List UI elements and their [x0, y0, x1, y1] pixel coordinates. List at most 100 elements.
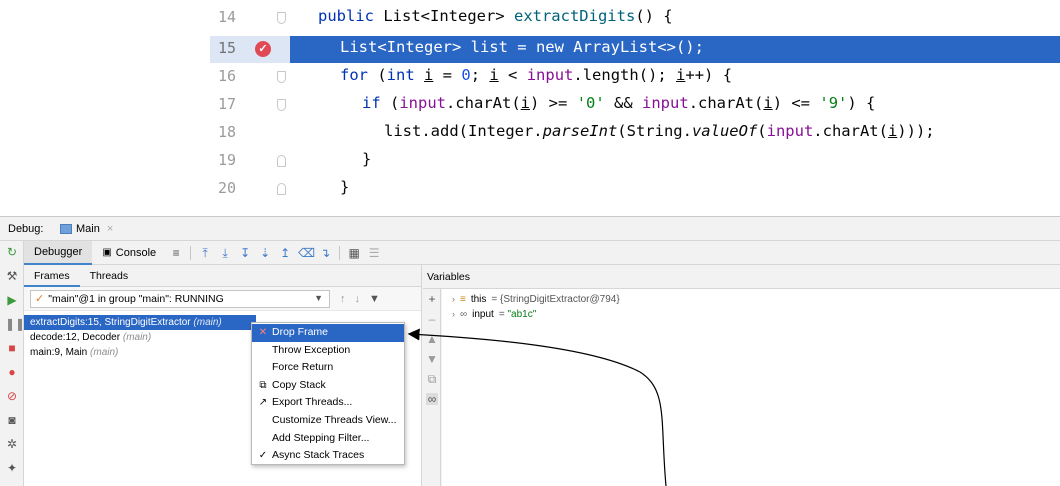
force-step-into-icon[interactable]: ⇣ — [258, 246, 272, 260]
breakpoint-icon[interactable]: ✓ — [255, 41, 271, 57]
menu-item-throw-exception[interactable]: Throw Exception — [252, 342, 404, 360]
code-text: for (int i = 0; i < input.length(); i++)… — [340, 66, 733, 84]
thread-select[interactable]: ✓ "main"@1 in group "main": RUNNING ▼ — [30, 289, 330, 308]
variable-name: input — [472, 309, 494, 320]
wrench-icon[interactable]: ⚒ — [5, 269, 19, 283]
chevron-down-icon: ▼ — [314, 292, 323, 303]
frame-item-selected[interactable]: extractDigits:15, StringDigitExtractor (… — [24, 315, 256, 330]
arrow-up-icon[interactable]: ↑ — [340, 293, 346, 305]
menu-item-add-stepping-filter[interactable]: Add Stepping Filter... — [252, 430, 404, 448]
debug-label: Debug: — [8, 223, 44, 235]
camera-icon[interactable]: ◙ — [5, 413, 19, 427]
menu-item-export-threads[interactable]: ↗ Export Threads... — [252, 394, 404, 412]
field-icon: ≡ — [460, 294, 466, 305]
variables-header: Variables — [423, 265, 1060, 289]
step-over-icon[interactable]: ⤓ — [218, 246, 232, 260]
debug-session-name: Main — [76, 223, 100, 235]
debug-tool-window: Debug: Main × ↻ ⚒ ▶ ❚❚ ■ ● ⊘ ◙ ✲ ✦ Debug… — [0, 216, 1060, 486]
menu-item-async-stack-traces[interactable]: ✓ Async Stack Traces — [252, 447, 404, 465]
check-icon: ✓ — [258, 450, 268, 462]
filter-icon[interactable]: ▼ — [369, 293, 380, 305]
show-execution-point-icon[interactable]: ⤒ — [198, 246, 212, 260]
arrow-down-icon[interactable]: ↓ — [355, 293, 361, 305]
step-into-icon[interactable]: ↧ — [238, 246, 252, 260]
run-config-icon — [60, 224, 72, 234]
fold-icon[interactable] — [277, 71, 286, 83]
fold-icon[interactable] — [277, 155, 286, 167]
rerun-icon[interactable]: ↻ — [5, 245, 19, 259]
fold-icon[interactable] — [277, 183, 286, 195]
evaluate-expression-icon[interactable]: ▦ — [347, 246, 361, 260]
variable-row[interactable]: › ∞ input = "ab1c" — [442, 307, 1060, 322]
mute-breakpoints-icon[interactable]: ⊘ — [5, 389, 19, 403]
move-up-icon[interactable]: ▲ — [426, 333, 438, 345]
pause-icon[interactable]: ❚❚ — [5, 317, 25, 331]
tab-console-label: Console — [115, 246, 157, 259]
line-number: 20 — [218, 179, 237, 197]
code-line-14[interactable]: 14 public List<Integer> extractDigits() … — [0, 5, 1060, 32]
view-breakpoints-icon[interactable]: ● — [5, 365, 19, 379]
tab-frames[interactable]: Frames — [24, 265, 80, 287]
run-to-cursor-icon[interactable]: ↴ — [318, 246, 332, 260]
code-line-20[interactable]: 20 } — [0, 176, 1060, 203]
console-icon: ▣ — [102, 247, 112, 258]
menu-item-drop-frame[interactable]: ✕ Drop Frame — [252, 324, 404, 342]
variable-value: "ab1c" — [507, 309, 537, 320]
code-line-17[interactable]: 17 if (input.charAt(i) >= '0' && input.c… — [0, 92, 1060, 119]
code-line-16[interactable]: 16 for (int i = 0; i < input.length(); i… — [0, 64, 1060, 91]
code-line-19[interactable]: 19 } — [0, 148, 1060, 175]
add-icon[interactable]: + — [426, 293, 438, 305]
tab-debugger-label: Debugger — [34, 245, 83, 258]
minus-icon[interactable]: – — [426, 313, 438, 325]
running-check-icon: ✓ — [35, 293, 45, 305]
toolbar-separator — [339, 245, 341, 260]
expand-icon[interactable]: › — [452, 307, 455, 322]
code-line-15-current[interactable]: 15 ✓ List<Integer> list = new ArrayList<… — [0, 36, 1060, 63]
tab-console[interactable]: ▣ Console — [92, 241, 166, 265]
watch-icon: ∞ — [460, 309, 468, 320]
line-number: 18 — [218, 123, 237, 141]
frame-nav-icons: ↑ ↓ ▼ — [340, 293, 380, 305]
settings-icon[interactable]: ✲ — [5, 437, 19, 451]
variable-row[interactable]: › ≡ this = {StringDigitExtractor@794} — [442, 292, 1060, 307]
close-icon[interactable]: × — [107, 223, 113, 235]
line-number: 15 — [218, 39, 237, 57]
copy-icon[interactable]: ⧉ — [426, 373, 438, 385]
variable-value: {StringDigitExtractor@794} — [500, 294, 620, 305]
variables-panel: › ≡ this = {StringDigitExtractor@794} › … — [442, 289, 1060, 486]
line-number: 19 — [218, 151, 237, 169]
menu-icon[interactable]: ≡ — [169, 246, 183, 260]
line-number: 14 — [218, 8, 237, 26]
frame-context-menu: ✕ Drop Frame Throw Exception Force Retur… — [251, 322, 405, 465]
toolbar-separator — [190, 245, 192, 260]
resume-icon[interactable]: ▶ — [5, 293, 19, 307]
debug-session-tab[interactable]: Main × — [54, 220, 119, 238]
debug-toolbar: Debugger ▣ Console ≡ ⤒ ⤓ ↧ ⇣ ↥ ⌫ ↴ ▦ ☰ — [24, 240, 1060, 265]
code-editor[interactable]: 14 public List<Integer> extractDigits() … — [0, 0, 1060, 216]
variables-title: Variables — [427, 271, 470, 283]
drop-frame-icon[interactable]: ⌫ — [298, 246, 315, 260]
variable-name: this — [470, 294, 487, 305]
expand-icon[interactable]: › — [452, 292, 455, 307]
step-out-icon[interactable]: ↥ — [278, 246, 292, 260]
fold-icon[interactable] — [277, 12, 286, 24]
move-down-icon[interactable]: ▼ — [426, 353, 438, 365]
tab-threads[interactable]: Threads — [80, 265, 139, 287]
pin-icon[interactable]: ✦ — [5, 461, 19, 475]
watches-icon[interactable]: ∞ — [426, 393, 438, 405]
code-line-18[interactable]: 18 list.add(Integer.parseInt(String.valu… — [0, 120, 1060, 147]
menu-item-copy-stack[interactable]: ⧉ Copy Stack — [252, 377, 404, 395]
thread-selector-row: ✓ "main"@1 in group "main": RUNNING ▼ ↑ … — [24, 287, 421, 311]
fold-icon[interactable] — [277, 99, 286, 111]
line-number: 17 — [218, 95, 237, 113]
tab-debugger[interactable]: Debugger — [24, 240, 93, 265]
copy-icon: ⧉ — [259, 379, 267, 391]
frames-tabs: Frames Threads — [24, 265, 421, 287]
menu-item-customize-threads-view[interactable]: Customize Threads View... — [252, 412, 404, 430]
trace-icon[interactable]: ☰ — [367, 246, 381, 260]
variables-side-toolbar: + – ▲ ▼ ⧉ ∞ — [423, 289, 441, 486]
export-icon: ↗ — [258, 397, 268, 409]
menu-item-force-return[interactable]: Force Return — [252, 359, 404, 377]
stop-icon[interactable]: ■ — [5, 341, 19, 355]
code-text: } — [362, 150, 372, 168]
